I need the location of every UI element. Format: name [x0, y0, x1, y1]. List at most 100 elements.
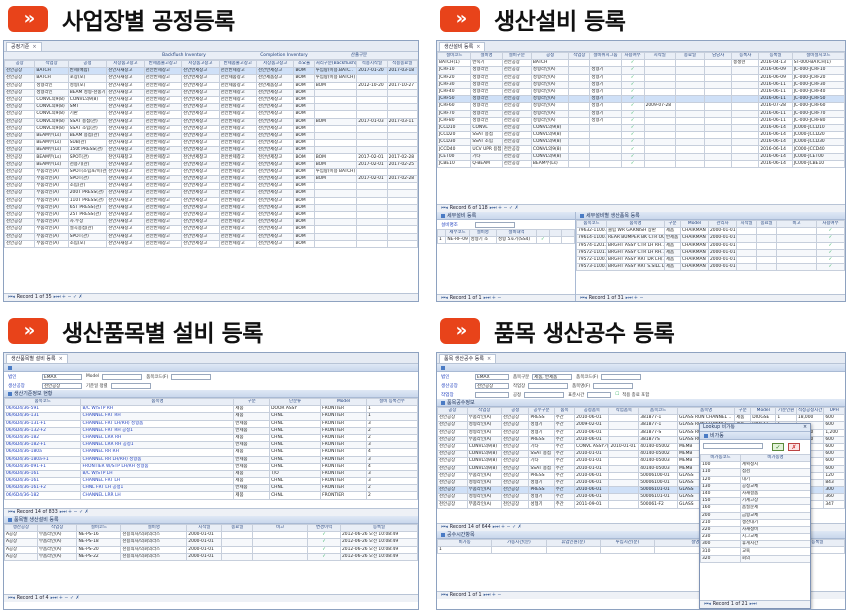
grid-cell[interactable]: 천안공장	[4, 103, 36, 112]
grid-cell[interactable]	[756, 241, 777, 250]
grid-cell[interactable]	[731, 123, 760, 133]
grid-cell[interactable]: 반제품	[233, 462, 271, 471]
grid-cell[interactable]: 2012-06-26 오전 10:08:49	[340, 531, 418, 540]
grid-cell[interactable]: 천안반제창고	[218, 225, 258, 234]
grid-cell[interactable]: 천안반제창고	[218, 103, 258, 112]
grid-cell[interactable]	[643, 152, 676, 161]
grid-cell[interactable]: 79632-1100...	[576, 227, 607, 236]
grid-cell[interactable]: 천안반제창고	[143, 218, 183, 227]
grid-cell[interactable]: 천안반제창고	[181, 225, 220, 234]
grid-cell[interactable]: 06/6D4/36-182-F1	[4, 441, 82, 450]
grid-cell[interactable]: 천안반제창고	[218, 139, 258, 148]
grid-cell[interactable]: 제품	[233, 477, 271, 486]
grid-cell[interactable]: 120	[700, 475, 741, 484]
grid-cell[interactable]: CHAIRMAN	[680, 248, 709, 257]
grid-cell[interactable]	[643, 116, 676, 125]
grid-cell[interactable]: 06/6D4/36-591	[4, 405, 82, 414]
table-row[interactable]: 천안공장 성형라인 성형(포) 천안자재창고 천안반제창고 천안반제창고 천안제품창고 천안제…	[4, 81, 418, 90]
plant-select[interactable]: 천안공장	[475, 382, 509, 389]
grid-cell[interactable]: FRONTIER	[320, 441, 367, 450]
grid-cell[interactable]: CONVL의9(8)	[34, 103, 69, 112]
grid-cell[interactable]: 성형기	[589, 102, 622, 111]
grid-cell[interactable]	[313, 189, 358, 198]
grid-cell[interactable]: 천안공장	[4, 124, 36, 133]
grid-cell[interactable]: ✓	[620, 109, 645, 118]
grid-cell[interactable]: BOM	[313, 160, 358, 169]
grid-cell[interactable]: 천안자재창고	[106, 239, 145, 248]
grid-cell[interactable]: 천안반제창고	[256, 203, 295, 212]
grid-cell[interactable]	[674, 66, 706, 75]
nav-first-icon[interactable]: ⏮◂	[441, 206, 448, 211]
grid-cell[interactable]	[561, 236, 575, 245]
grid-cell[interactable]: 성형기 조	[468, 236, 497, 245]
grid-cell[interactable]: ✓	[307, 552, 342, 561]
grid-cell[interactable]	[643, 123, 676, 133]
grid-cell[interactable]: 천안반제창고	[218, 117, 258, 126]
grid-cell[interactable]: 천안자재창고	[106, 95, 145, 105]
grid-cell[interactable]: BOM	[293, 139, 315, 148]
grid-cell[interactable]: 기타	[470, 152, 503, 161]
grid-cell[interactable]: UCV UPR 용접	[470, 145, 503, 154]
grid-cell[interactable]: 천안공장	[4, 131, 36, 141]
grid-cell[interactable]: 2016-04-13	[758, 59, 793, 68]
grid-cell[interactable]: 성형라인	[34, 81, 69, 90]
grid-cell[interactable]: BEAM부(Ls)	[34, 131, 69, 141]
table-row[interactable]: 천안공장 부품라인(A) 200T PRESS(관) 천안자재창고 천안반제창고 천안반제…	[4, 189, 418, 198]
grid-cell[interactable]: 천안반제창고	[143, 131, 183, 141]
column-header[interactable]: 가동시간(분)	[491, 538, 547, 548]
grid-cell[interactable]	[731, 80, 760, 89]
grid-cell[interactable]: 천안반제창고	[181, 124, 220, 133]
grid-cell[interactable]: ✓	[536, 236, 550, 245]
table-row[interactable]: 천안공장 부품라인(A) 조립(포) 천안자재창고 천안반제창고 천안반제창고 천안반제창고…	[4, 239, 418, 248]
nav-last-icon[interactable]: ▸⏭ + − ✓ ✗	[490, 206, 519, 211]
grid-cell[interactable]: 천안반제창고	[143, 203, 183, 212]
grid-cell[interactable]: 반제품	[233, 441, 271, 450]
grid-cell[interactable]: BEAM 용접(관)	[67, 131, 108, 141]
column-header[interactable]: 설비내역	[495, 228, 538, 238]
grid-cell[interactable]: BATCH	[34, 67, 69, 76]
grid-cell[interactable]: 천안반제창고	[181, 203, 220, 212]
grid-cell[interactable]: 600	[823, 457, 845, 466]
grid-cell[interactable]: JC-000-JCRF50	[791, 95, 845, 104]
grid-cell[interactable]: FRONTIER	[320, 412, 367, 421]
grid-cell[interactable]: BOM	[313, 117, 358, 126]
grid-cell[interactable]: 3	[365, 419, 418, 428]
column-header[interactable]: 기준인원	[775, 406, 797, 416]
grid-cell[interactable]	[568, 159, 591, 169]
column-header[interactable]: 공정	[530, 52, 570, 61]
grid-cell[interactable]: 천안공장	[501, 102, 532, 111]
grid-cell[interactable]	[731, 109, 760, 118]
grid-cell[interactable]: NE-PS-20	[76, 545, 122, 554]
lookup-grid[interactable]: 비가동코드 비가동명 100 계획정지 110 점검 120 대기 130 공정교체 140 자재결…	[700, 453, 810, 563]
grid-cell[interactable]: 2017-03-11	[386, 117, 418, 126]
grid-cell[interactable]	[221, 538, 254, 547]
table-row[interactable]: 120 대기	[700, 475, 810, 484]
grid-cell[interactable]	[589, 123, 622, 133]
grid-cell[interactable]: CHNL	[269, 491, 322, 500]
grid-cell[interactable]: 2	[365, 484, 418, 493]
grid-cell[interactable]: 천안반제창고	[256, 218, 295, 227]
grid-cell[interactable]: 천안공장	[4, 174, 36, 184]
table-row[interactable]: 79572-1100... BRGHT ASSY RRT DR LH/... 제품 C…	[576, 255, 845, 265]
grid-cell[interactable]: 1	[437, 236, 447, 245]
column-header[interactable]: 적용시작일	[356, 59, 388, 69]
grid-cell[interactable]: 천안공장	[501, 95, 532, 104]
grid-cell[interactable]: 천안공장	[501, 131, 532, 140]
grid-cell[interactable]: 천안반제창고	[181, 232, 220, 241]
grid-cell[interactable]: 381877-1	[638, 414, 679, 423]
grid-cell[interactable]: 천안반제창고	[181, 174, 220, 184]
grid-cell[interactable]: 천안공장	[4, 81, 36, 90]
grid-cell[interactable]: SPOT(관)	[67, 174, 108, 184]
grid-cell[interactable]: CHANNEL LRR RH 공정1	[80, 441, 235, 450]
grid-cell[interactable]: 천안반제창고	[218, 153, 258, 162]
grid-cell[interactable]: ST-000-BATCH(1)	[791, 59, 845, 68]
grid-cell[interactable]: 2010-06-01	[574, 414, 610, 423]
column-header[interactable]: 시작일	[736, 219, 757, 229]
grid-cell[interactable]: BOM	[293, 232, 315, 241]
grid-cell[interactable]: 천안공장	[437, 435, 468, 444]
grid-cell[interactable]: 성형라인(A)	[530, 102, 570, 111]
grid-cell[interactable]: JC000-JCCD40	[791, 145, 845, 154]
grid-cell[interactable]: BRGHT ASSY RRT S.SILL L..	[606, 263, 665, 272]
grid-cell[interactable]: 성형 5호기(SS4)	[495, 236, 538, 245]
grid-cell[interactable]: CONVL의9(8)	[466, 457, 503, 466]
